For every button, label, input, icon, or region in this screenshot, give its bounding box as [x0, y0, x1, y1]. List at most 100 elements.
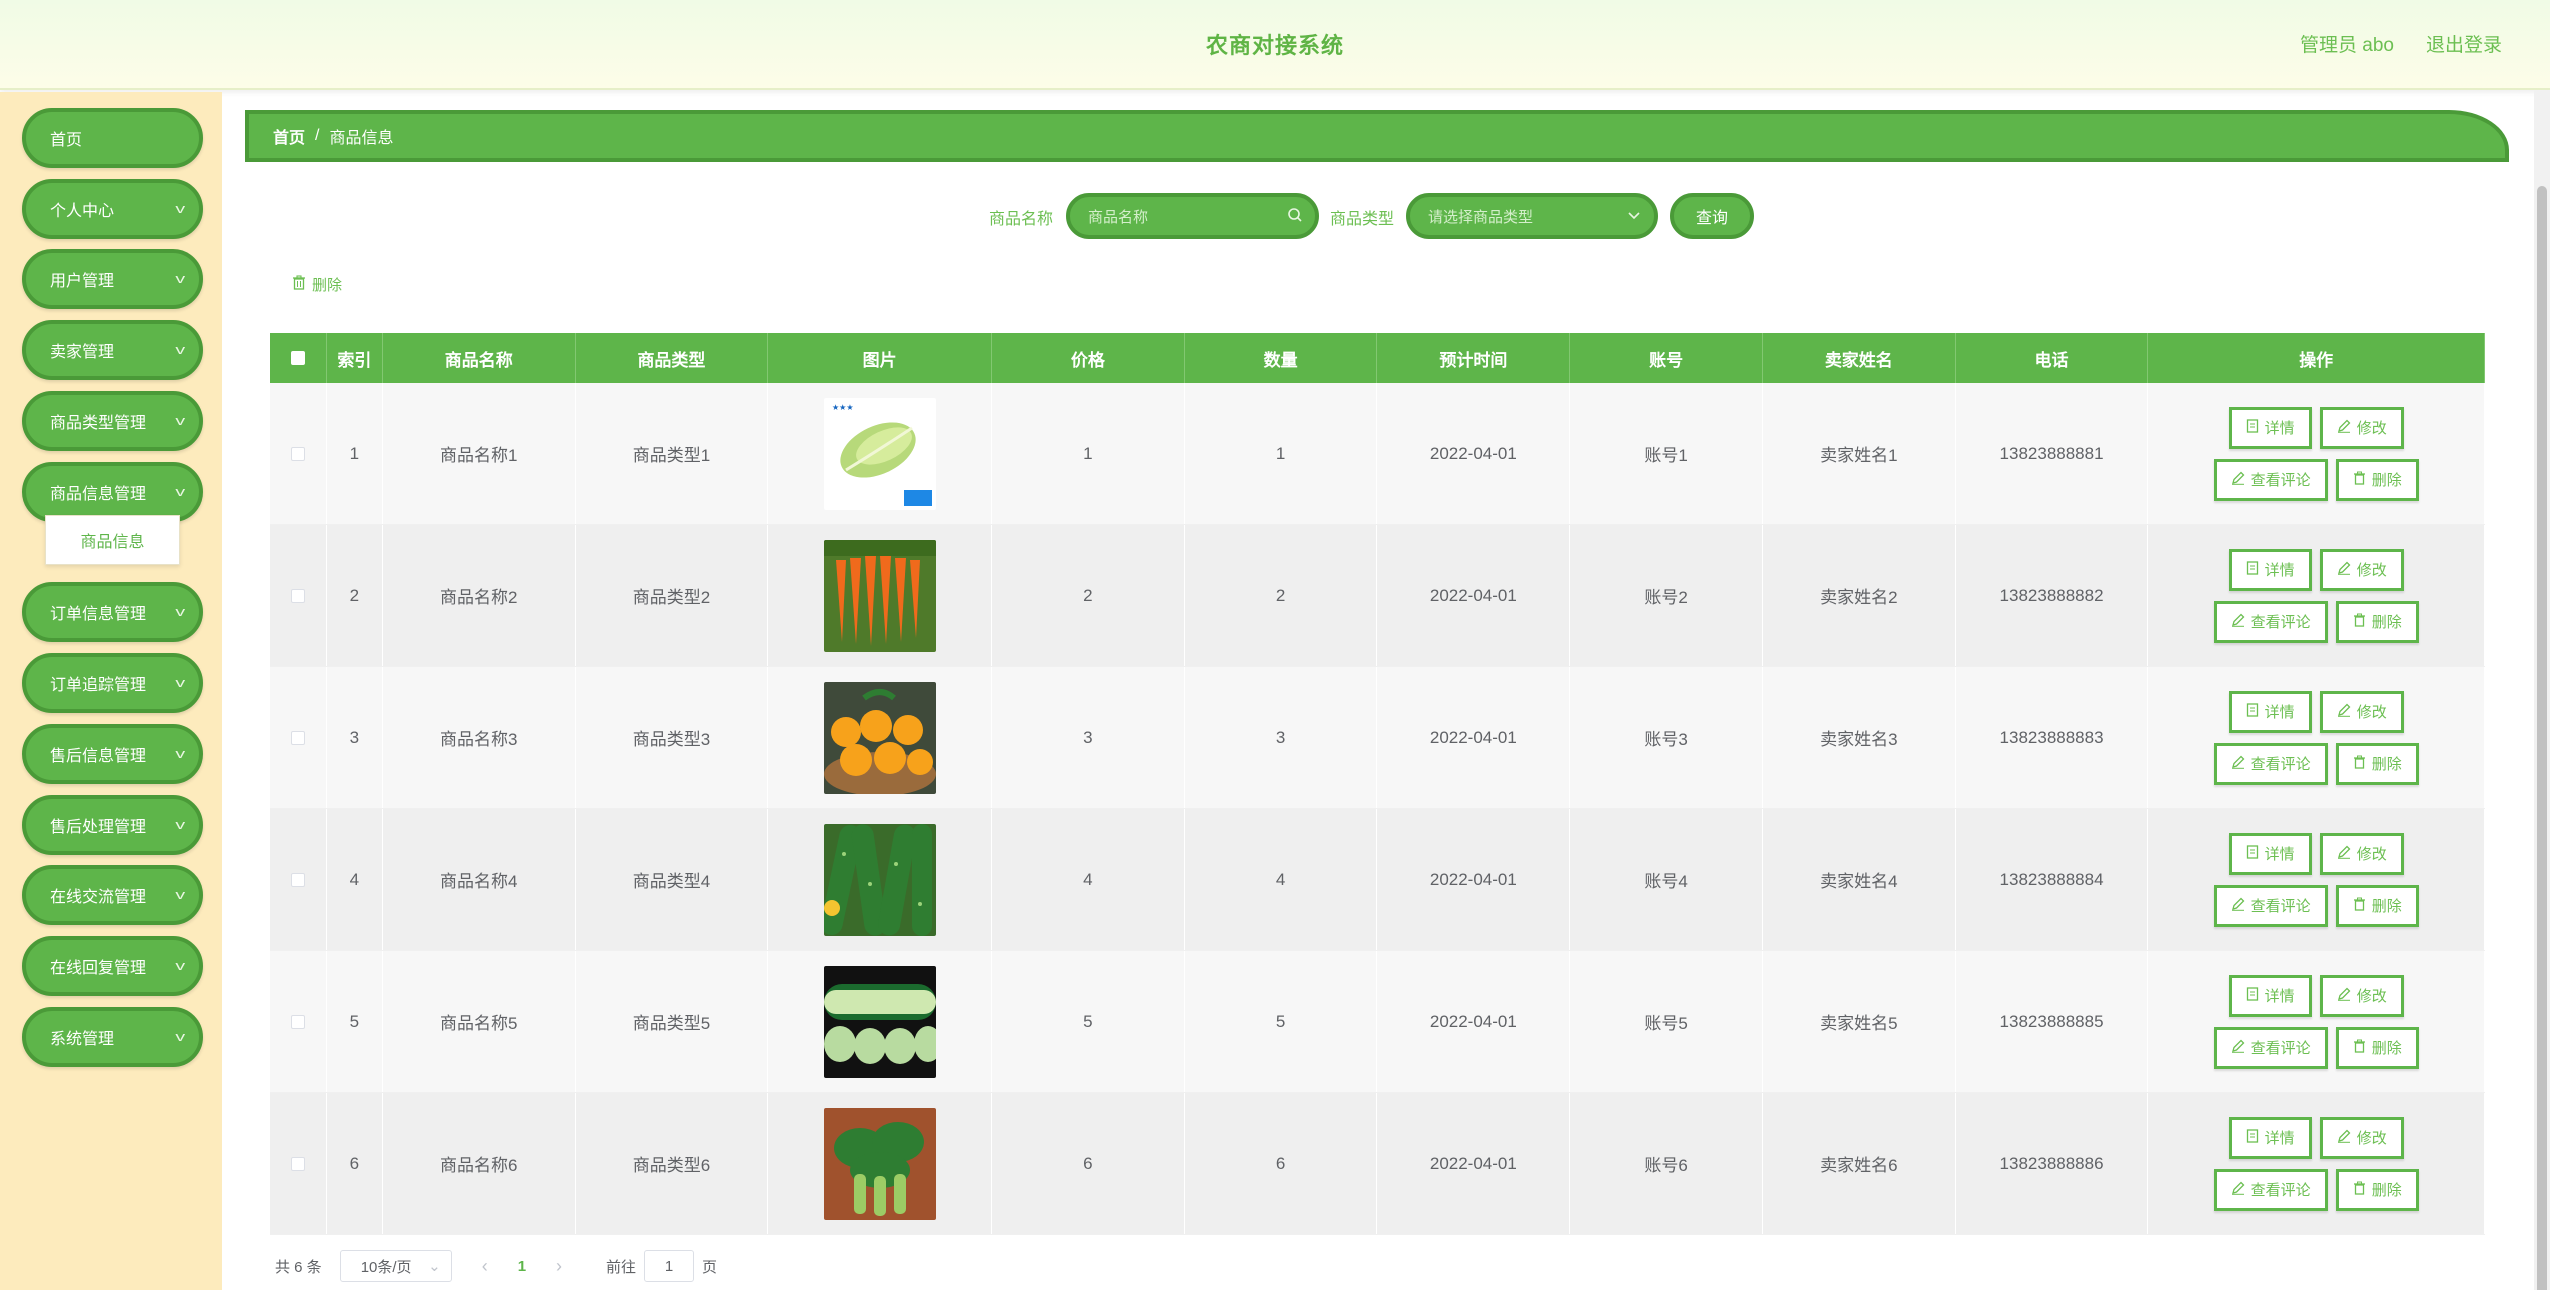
sidebar-item-online-reply-management[interactable]: 在线回复管理 v [22, 936, 203, 996]
batch-delete-button[interactable]: 删除 [292, 274, 342, 295]
sidebar-item-personal-center[interactable]: 个人中心 v [22, 179, 203, 239]
detail-button[interactable]: 详情 [2228, 548, 2312, 591]
query-button[interactable]: 查询 [1670, 193, 1754, 239]
view-comments-button[interactable]: 查看评论 [2213, 1026, 2328, 1069]
name-search-input[interactable]: 商品名称 [1066, 193, 1319, 239]
index-cell: 1 [327, 383, 383, 524]
product-image[interactable] [823, 539, 936, 652]
sidebar-item-system-management[interactable]: 系统管理 v [22, 1007, 203, 1067]
table-header: 索引 商品名称 商品类型 图片 价格 数量 预计时间 账号 卖家姓名 电话 操作 [270, 333, 2485, 383]
detail-button[interactable]: 详情 [2228, 832, 2312, 875]
sidebar-item-order-tracking-management[interactable]: 订单追踪管理 v [22, 653, 203, 713]
app-title: 农商对接系统 [1205, 33, 1344, 58]
price-cell: 4 [992, 809, 1185, 950]
goto-page-input[interactable]: 1 [644, 1250, 695, 1282]
image-cell [768, 951, 993, 1092]
table-row[interactable]: 3 商品名称3 商品类型3 3 3 2022-04-01 账号3 卖家姓名3 138238888… [270, 667, 2485, 809]
next-page-icon[interactable]: › [556, 1256, 562, 1277]
detail-button[interactable]: 详情 [2228, 406, 2312, 449]
edit-button[interactable]: 修改 [2319, 1116, 2404, 1159]
edit-button[interactable]: 修改 [2319, 548, 2404, 591]
row-checkbox[interactable] [290, 446, 305, 461]
breadcrumb-home[interactable]: 首页 [273, 124, 305, 148]
phone-cell: 13823888885 [1956, 951, 2149, 1092]
column-header: 账号 [1570, 333, 1763, 383]
view-comments-button[interactable]: 查看评论 [2213, 458, 2328, 501]
trash-icon [2353, 613, 2366, 631]
table-row[interactable]: 6 商品名称6 商品类型6 6 6 2022-04-01 账号6 卖家姓名6 138238888… [270, 1093, 2485, 1235]
row-select-cell [270, 1093, 327, 1234]
product-image[interactable] [823, 1107, 936, 1220]
column-header: 商品名称 [383, 333, 576, 383]
seller-name-cell: 卖家姓名6 [1763, 1093, 1956, 1234]
sidebar-item-after-sales-info-management[interactable]: 售后信息管理 v [22, 724, 203, 784]
delete-button[interactable]: 删除 [2335, 458, 2419, 501]
sidebar-item-seller-management[interactable]: 卖家管理 v [22, 320, 203, 380]
prev-page-icon[interactable]: ‹ [482, 1256, 488, 1277]
quantity-cell: 1 [1185, 383, 1378, 524]
actions-cell: 详情 修改查看评论 删除 [2148, 1093, 2485, 1234]
select-all-checkbox[interactable] [290, 351, 305, 365]
edit-icon [2337, 703, 2351, 721]
detail-button[interactable]: 详情 [2228, 1116, 2312, 1159]
edit-button[interactable]: 修改 [2319, 406, 2404, 449]
product-image[interactable] [823, 681, 936, 794]
submenu-item-product-info[interactable]: 商品信息 [45, 515, 180, 565]
sidebar-item-order-info-management[interactable]: 订单信息管理 v [22, 582, 203, 642]
row-checkbox[interactable] [290, 588, 305, 603]
scrollbar-thumb[interactable] [2537, 186, 2547, 1290]
name-search-label: 商品名称 [989, 211, 1054, 228]
view-comments-button[interactable]: 查看评论 [2213, 884, 2328, 927]
detail-button-label: 详情 [2264, 420, 2295, 437]
edit-button[interactable]: 修改 [2319, 974, 2404, 1017]
row-checkbox[interactable] [290, 730, 305, 745]
delete-button[interactable]: 删除 [2335, 742, 2419, 785]
seller-name-cell: 卖家姓名4 [1763, 809, 1956, 950]
view-comments-button[interactable]: 查看评论 [2213, 742, 2328, 785]
price-cell: 3 [992, 667, 1185, 808]
price-cell: 6 [992, 1093, 1185, 1234]
sidebar-item-user-management[interactable]: 用户管理 v [22, 249, 203, 309]
sidebar-item-label: 售后处理管理 [50, 819, 147, 836]
sidebar-item-label: 在线回复管理 [50, 960, 147, 977]
delete-button[interactable]: 删除 [2335, 600, 2419, 643]
delete-button[interactable]: 删除 [2335, 1026, 2419, 1069]
user-label[interactable]: 管理员 abo [2300, 30, 2394, 57]
edit-button[interactable]: 修改 [2319, 832, 2404, 875]
edit-icon [2337, 561, 2351, 579]
row-checkbox[interactable] [290, 872, 305, 887]
trash-icon [2353, 1181, 2366, 1199]
edit-icon [2231, 897, 2245, 915]
product-image[interactable] [823, 823, 936, 936]
sidebar-item-product-info-management[interactable]: 商品信息管理 v [22, 462, 203, 522]
table-row[interactable]: 1 商品名称1 商品类型1 ★★★ 1 1 2022-04-01 账号1 卖家姓名1 138238… [270, 383, 2485, 525]
table-row[interactable]: 4 商品名称4 商品类型4 4 4 2022-04-01 账号4 卖家姓名4 138238888… [270, 809, 2485, 951]
sidebar-item-home[interactable]: 首页 [22, 108, 203, 168]
delete-button[interactable]: 删除 [2335, 884, 2419, 927]
product-image[interactable]: ★★★ [823, 397, 936, 510]
type-select[interactable]: 请选择商品类型 [1406, 193, 1658, 239]
view-comments-button[interactable]: 查看评论 [2213, 600, 2328, 643]
edit-button[interactable]: 修改 [2319, 690, 2404, 733]
product-image[interactable] [823, 965, 936, 1078]
detail-button[interactable]: 详情 [2228, 974, 2312, 1017]
page-number[interactable]: 1 [518, 1258, 526, 1275]
detail-button[interactable]: 详情 [2228, 690, 2312, 733]
view-comments-button[interactable]: 查看评论 [2213, 1168, 2328, 1211]
delete-button-label: 删除 [2371, 756, 2402, 773]
logout-link[interactable]: 退出登录 [2426, 30, 2502, 57]
table-row[interactable]: 5 商品名称5 商品类型5 5 5 2022-04-01 账号5 卖家姓名5 138238888… [270, 951, 2485, 1093]
delete-button-label: 删除 [2371, 1040, 2402, 1057]
page-size-select[interactable]: 10条/页 ⌄ [339, 1250, 452, 1282]
sidebar-item-after-sales-processing-management[interactable]: 售后处理管理 v [22, 795, 203, 855]
column-header: 预计时间 [1377, 333, 1571, 383]
vertical-scrollbar[interactable] [2534, 90, 2550, 1290]
product-name-cell: 商品名称5 [383, 951, 576, 1092]
sidebar-item-product-type-management[interactable]: 商品类型管理 v [22, 391, 203, 451]
row-checkbox[interactable] [290, 1014, 305, 1029]
delete-button[interactable]: 删除 [2335, 1168, 2419, 1211]
sidebar-item-online-chat-management[interactable]: 在线交流管理 v [22, 865, 203, 925]
row-checkbox[interactable] [290, 1156, 305, 1171]
search-icon [1287, 207, 1303, 228]
table-row[interactable]: 2 商品名称2 商品类型2 2 2 2022-04-01 账号2 卖家姓名2 138238888… [270, 525, 2485, 667]
